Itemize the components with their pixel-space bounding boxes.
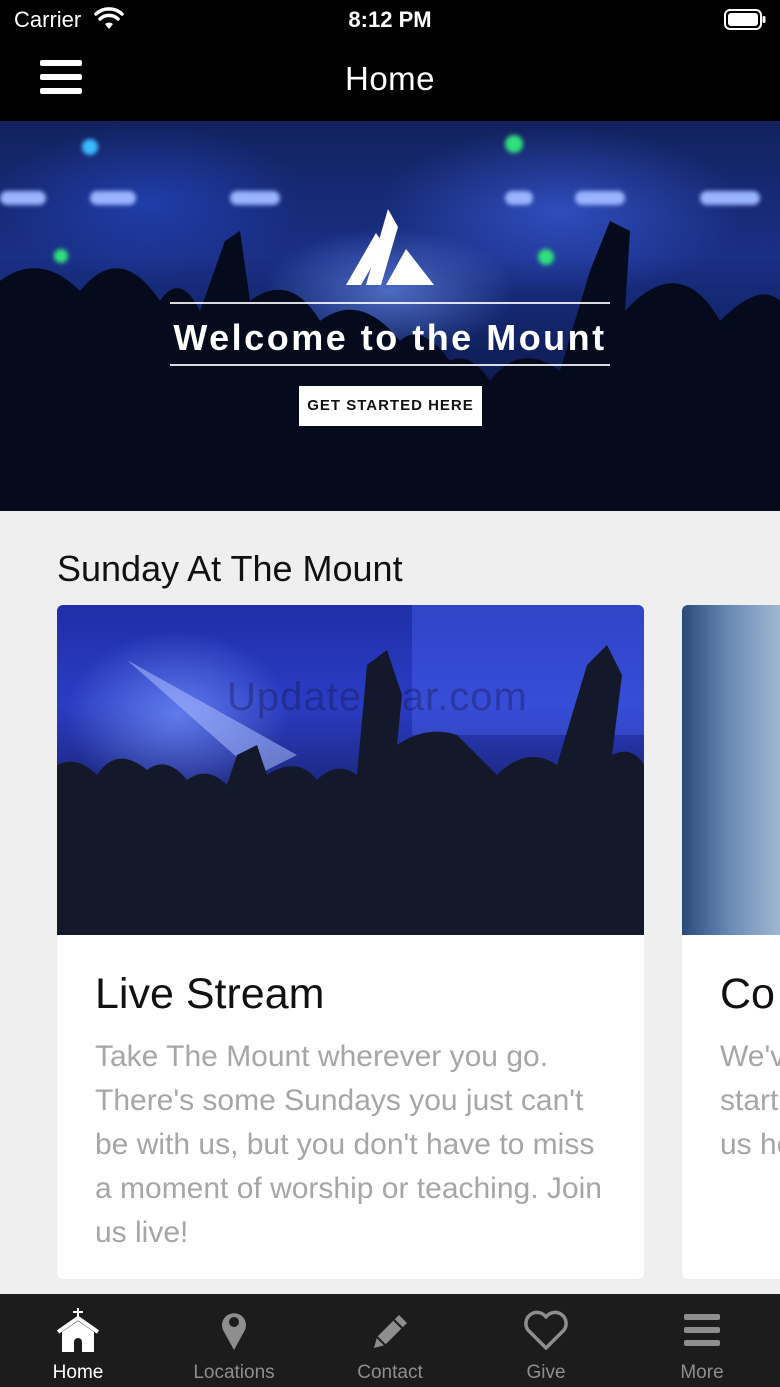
tab-bar: Home Locations Contact Give More (0, 1294, 780, 1387)
tab-contact[interactable]: Contact (312, 1294, 468, 1387)
tab-label: Locations (193, 1362, 275, 1383)
nav-bar: Home (0, 40, 780, 121)
status-time: 8:12 PM (348, 7, 432, 32)
card-title: Co (720, 970, 775, 1018)
menu-icon (684, 1314, 720, 1346)
pencil-icon (374, 1315, 407, 1348)
hero-title: Welcome to the Mount (173, 317, 607, 358)
card-description-line: us he (720, 1128, 780, 1161)
card-description-line: start (720, 1084, 779, 1117)
tab-locations[interactable]: Locations (156, 1294, 312, 1387)
tab-label: Give (526, 1362, 566, 1383)
next-card[interactable]: Co We'v start us he (682, 605, 780, 1279)
tab-home[interactable]: Home (0, 1294, 156, 1387)
get-started-button[interactable]: GET STARTED HERE (299, 386, 482, 426)
card-title: Live Stream (95, 970, 325, 1018)
tab-label: More (680, 1362, 724, 1383)
hero-divider-top (170, 302, 610, 304)
tab-more[interactable]: More (624, 1294, 780, 1387)
tab-give[interactable]: Give (468, 1294, 624, 1387)
card-description: We'v start us he (720, 1035, 780, 1167)
status-bar: Carrier 8:12 PM (0, 0, 780, 40)
card-description-line: We'v (720, 1040, 780, 1073)
church-icon (56, 1308, 100, 1352)
mount-logo-icon (346, 209, 434, 285)
hero-divider-bottom (170, 364, 610, 366)
tab-label: Contact (357, 1362, 423, 1383)
worship-crowd-image (57, 605, 644, 935)
page-title: Home (344, 60, 436, 97)
card-description: Take The Mount wherever you go. There's … (95, 1040, 602, 1249)
watermark-text: UpdateStar.com (227, 675, 528, 719)
section-title: Sunday At The Mount (57, 548, 403, 589)
live-stream-image: UpdateStar.com (57, 605, 644, 935)
map-pin-icon (222, 1313, 246, 1350)
next-card-image (682, 605, 780, 935)
hero-banner: Welcome to the Mount GET STARTED HERE (0, 121, 780, 511)
battery-icon (724, 9, 766, 30)
heart-icon (524, 1310, 568, 1350)
live-stream-card[interactable]: UpdateStar.com Live Stream Take The Moun… (57, 605, 644, 1279)
tab-label: Home (52, 1362, 104, 1383)
